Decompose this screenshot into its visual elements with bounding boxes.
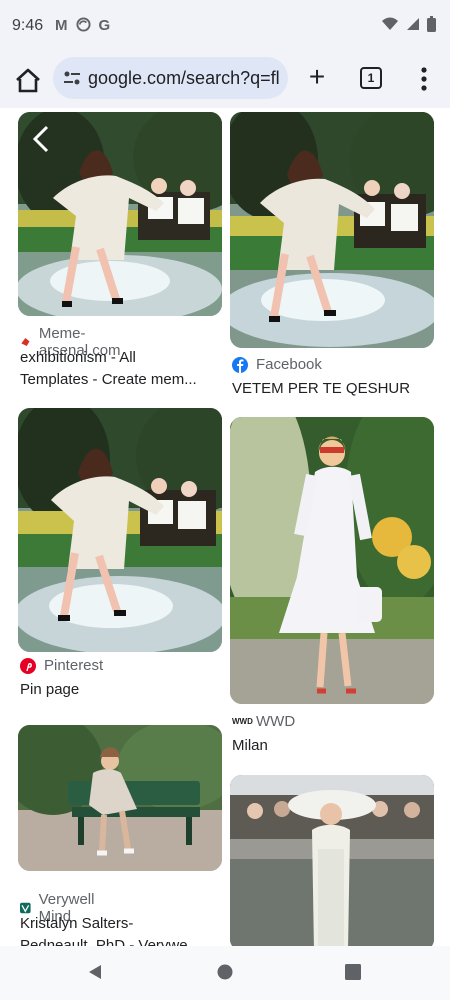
result-image[interactable]: [230, 775, 434, 948]
google-icon: G: [98, 17, 111, 34]
result-title-line: exhibitionism - All: [20, 349, 136, 366]
back-icon[interactable]: [86, 963, 104, 981]
result-title-line: Templates - Create mem...: [20, 371, 197, 388]
recents-icon[interactable]: [345, 964, 361, 980]
site-settings-icon[interactable]: [63, 69, 81, 87]
pinterest-icon: [20, 657, 36, 674]
result-image[interactable]: [18, 112, 222, 316]
source-name: Facebook: [256, 356, 322, 373]
facebook-icon: [232, 356, 248, 373]
status-notification-icons: M G: [55, 17, 110, 34]
source-name: WWD: [256, 713, 296, 730]
result-title-line: Milan: [232, 737, 268, 754]
android-navigation-bar: [0, 946, 450, 1000]
result-image[interactable]: [230, 417, 434, 704]
result-title[interactable]: Pin page: [20, 679, 224, 701]
image-results-grid: Meme-arsenal.com exhibitionism - All Tem…: [0, 108, 450, 948]
url-text[interactable]: google.com/search?q=fl: [88, 68, 280, 89]
source-row: Facebook: [232, 356, 322, 373]
source-name: Pinterest: [44, 657, 104, 674]
result-image[interactable]: [18, 408, 222, 652]
more-options-icon[interactable]: [414, 65, 434, 93]
status-time: 9:46: [12, 17, 44, 34]
source-row: WWD WWD: [232, 713, 295, 730]
browser-toolbar: google.com/search?q=fl + 1: [0, 54, 450, 108]
back-arrow-icon[interactable]: [30, 124, 52, 154]
new-tab-icon[interactable]: +: [304, 63, 330, 91]
battery-icon: [427, 16, 436, 32]
result-title[interactable]: exhibitionism - All Templates - Create m…: [20, 347, 224, 391]
result-title[interactable]: Kristalyn Salters- Pedneault, PhD - Very…: [20, 913, 224, 948]
result-title-line: Pin page: [20, 681, 80, 698]
gmail-icon: M: [55, 17, 68, 34]
result-image[interactable]: [18, 725, 222, 871]
status-bar: 9:46 M G: [0, 0, 450, 54]
wwd-icon: WWD: [232, 717, 253, 726]
sync-icon: [75, 17, 91, 32]
signal-icon: [407, 18, 419, 30]
result-image[interactable]: [230, 112, 434, 348]
result-title-line: VETEM PER TE QESHUR: [232, 380, 411, 397]
tab-switcher-button[interactable]: 1: [360, 67, 382, 89]
result-title-line: Kristalyn Salters-: [20, 915, 134, 932]
result-title[interactable]: Milan: [232, 735, 436, 757]
url-bar[interactable]: google.com/search?q=fl: [53, 57, 288, 99]
status-system-icons: [381, 16, 436, 32]
result-title[interactable]: VETEM PER TE QESHUR: [232, 378, 436, 400]
source-row: Pinterest: [20, 657, 103, 674]
wifi-icon: [382, 17, 398, 30]
home-icon[interactable]: [12, 65, 44, 97]
home-circle-icon[interactable]: [216, 963, 234, 981]
